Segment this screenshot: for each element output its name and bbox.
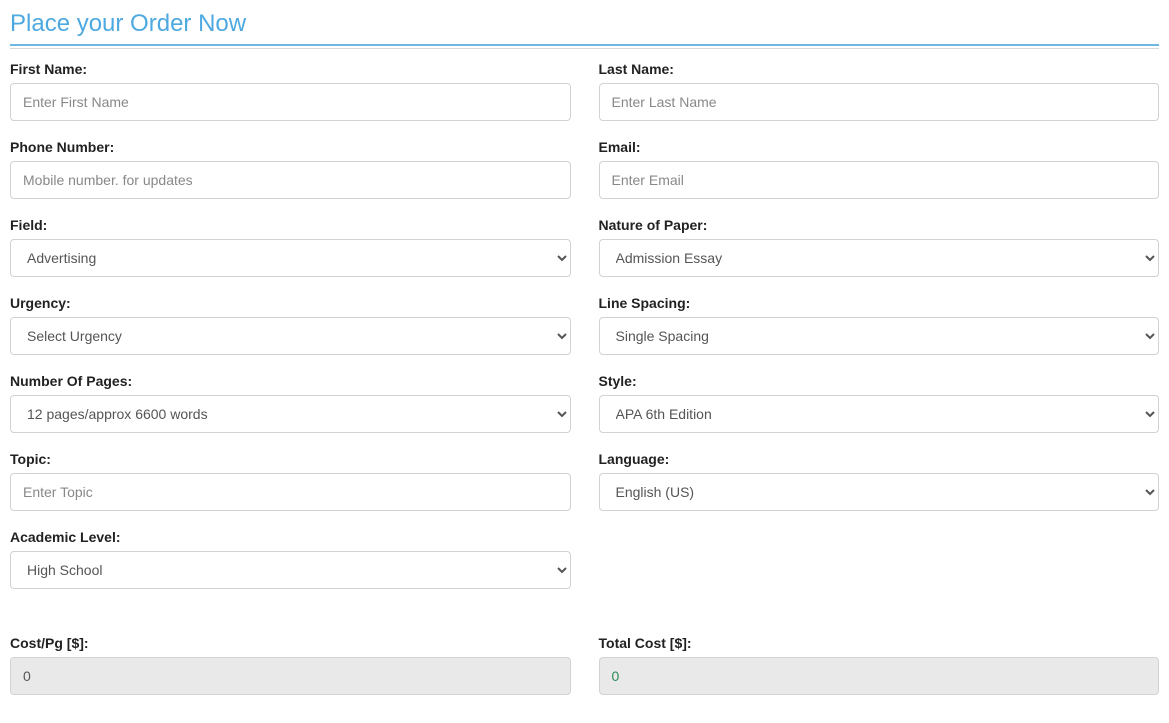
order-form: First Name: Phone Number: Field: Adverti… [10, 61, 1159, 713]
academic-level-label: Academic Level: [10, 529, 571, 545]
phone-input[interactable] [10, 161, 571, 199]
urgency-label: Urgency: [10, 295, 571, 311]
academic-level-select[interactable]: High School [10, 551, 571, 589]
pages-label: Number Of Pages: [10, 373, 571, 389]
language-select[interactable]: English (US) [599, 473, 1160, 511]
cost-per-page-label: Cost/Pg [$]: [10, 635, 571, 651]
page-title: Place your Order Now [10, 10, 1159, 46]
topic-input[interactable] [10, 473, 571, 511]
first-name-input[interactable] [10, 83, 571, 121]
field-select[interactable]: Advertising [10, 239, 571, 277]
title-divider [10, 48, 1159, 49]
urgency-select[interactable]: Select Urgency [10, 317, 571, 355]
nature-label: Nature of Paper: [599, 217, 1160, 233]
last-name-input[interactable] [599, 83, 1160, 121]
cost-per-page-output [10, 657, 571, 695]
pages-select[interactable]: 12 pages/approx 6600 words [10, 395, 571, 433]
last-name-label: Last Name: [599, 61, 1160, 77]
line-spacing-select[interactable]: Single Spacing [599, 317, 1160, 355]
total-cost-label: Total Cost [$]: [599, 635, 1160, 651]
line-spacing-label: Line Spacing: [599, 295, 1160, 311]
email-input[interactable] [599, 161, 1160, 199]
topic-label: Topic: [10, 451, 571, 467]
phone-label: Phone Number: [10, 139, 571, 155]
style-label: Style: [599, 373, 1160, 389]
email-label: Email: [599, 139, 1160, 155]
first-name-label: First Name: [10, 61, 571, 77]
total-cost-output [599, 657, 1160, 695]
field-label: Field: [10, 217, 571, 233]
nature-select[interactable]: Admission Essay [599, 239, 1160, 277]
language-label: Language: [599, 451, 1160, 467]
style-select[interactable]: APA 6th Edition [599, 395, 1160, 433]
